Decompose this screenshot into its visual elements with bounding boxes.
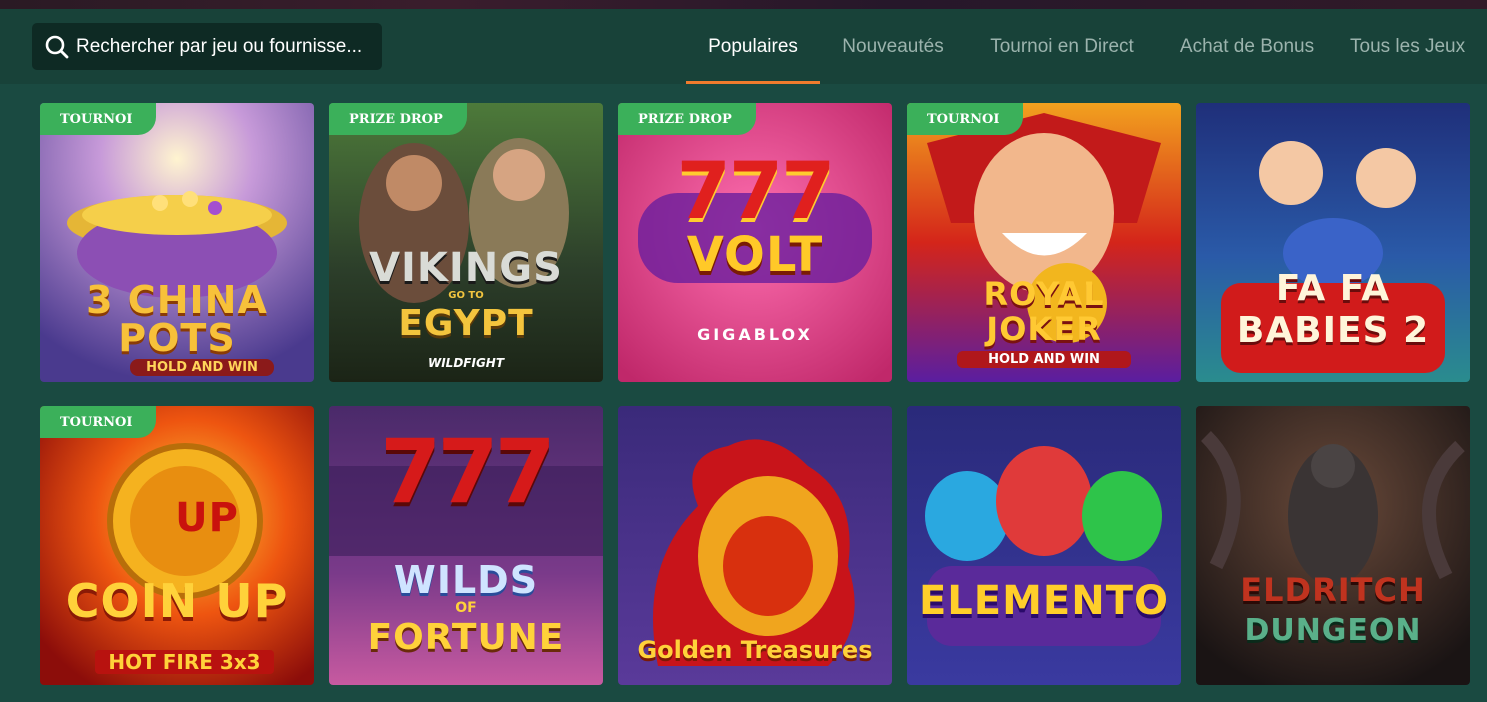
game-title-2: DUNGEON: [1244, 613, 1422, 648]
search-input[interactable]: Rechercher par jeu ou fournisse...: [32, 23, 382, 70]
game-tile-elemento[interactable]: ELEMENTO: [907, 406, 1181, 685]
tab-populaires[interactable]: Populaires: [686, 9, 820, 84]
prize-drop-badge: PRIZE DROP: [618, 103, 756, 135]
games-header: Rechercher par jeu ou fournisse... Popul…: [0, 9, 1487, 84]
game-title: ELDRITCH: [1240, 571, 1426, 609]
game-tile-fa-fa-babies-2[interactable]: FA FA BABIES 2: [1196, 103, 1470, 382]
game-tile-vikings-go-to-egypt[interactable]: PRIZE DROP VIKINGS GO TO EGYPT WILDFIGHT: [329, 103, 603, 382]
game-title-2: BABIES 2: [1236, 310, 1430, 351]
tournament-badge: TOURNOI: [40, 406, 157, 438]
game-tile-3-china-pots[interactable]: TOURNOI 3 CHINA POTS HOLD AND WIN: [40, 103, 314, 382]
tournament-badge: TOURNOI: [40, 103, 157, 135]
game-title-2: EGYPT: [398, 303, 534, 344]
prize-drop-badge: PRIZE DROP: [329, 103, 467, 135]
game-title: VIKINGS: [369, 245, 563, 291]
game-tile-777-volt[interactable]: PRIZE DROP 777 VOLT GIGABLOX: [618, 103, 892, 382]
game-title-middle: GO TO: [448, 290, 484, 301]
category-tabs: Populaires Nouveautés Tournoi en Direct …: [686, 9, 1487, 84]
game-subtitle: HOLD AND WIN: [130, 359, 274, 376]
game-subtitle: WILDFIGHT: [427, 356, 505, 370]
game-tile-golden-treasures[interactable]: Golden Treasures: [618, 406, 892, 685]
top-banner-strip: [0, 0, 1487, 9]
game-title: ELEMENTO: [918, 578, 1170, 624]
search-icon: [45, 35, 69, 58]
game-subtitle: GIGABLOX: [697, 325, 813, 344]
game-title: Golden Treasures: [637, 636, 873, 664]
game-title: 777: [676, 147, 836, 237]
game-tile-royal-joker[interactable]: TOURNOI ROYAL JOKER HOLD AND WIN: [907, 103, 1181, 382]
game-tile-wilds-of-fortune[interactable]: 777 WILDS OF FORTUNE: [329, 406, 603, 685]
games-grid: TOURNOI 3 CHINA POTS HOLD AND WIN PRIZE …: [40, 103, 1470, 685]
game-title-2: COIN UP: [65, 574, 289, 628]
tab-achat-de-bonus[interactable]: Achat de Bonus: [1172, 9, 1322, 84]
game-title: FA FA: [1275, 268, 1391, 309]
tab-tournoi-en-direct[interactable]: Tournoi en Direct: [980, 9, 1144, 84]
game-title-2: WILDS: [393, 558, 539, 602]
tab-tous-les-jeux[interactable]: Tous les Jeux: [1350, 9, 1487, 84]
game-title-2: JOKER: [986, 310, 1102, 348]
game-title-2: VOLT: [686, 227, 824, 283]
game-title: 3 CHINA POTS: [86, 278, 268, 360]
game-tile-coin-up-hot-fire[interactable]: TOURNOI UP COIN UP HOT FIRE 3x3: [40, 406, 314, 685]
game-subtitle: FORTUNE: [367, 617, 565, 658]
game-subtitle: HOT FIRE 3x3: [95, 650, 274, 674]
tournament-badge: TOURNOI: [907, 103, 1024, 135]
game-title: UP: [175, 495, 239, 541]
game-title: 777: [380, 420, 556, 523]
game-artwork: [907, 406, 1181, 685]
search-placeholder: Rechercher par jeu ou fournisse...: [76, 35, 363, 57]
game-subtitle: HOLD AND WIN: [957, 351, 1131, 368]
game-artwork: [40, 406, 314, 685]
game-title-middle: OF: [455, 600, 477, 616]
game-tile-eldritch-dungeon[interactable]: ELDRITCH DUNGEON: [1196, 406, 1470, 685]
tab-nouveautes[interactable]: Nouveautés: [832, 9, 954, 84]
game-title: ROYAL: [983, 275, 1105, 313]
